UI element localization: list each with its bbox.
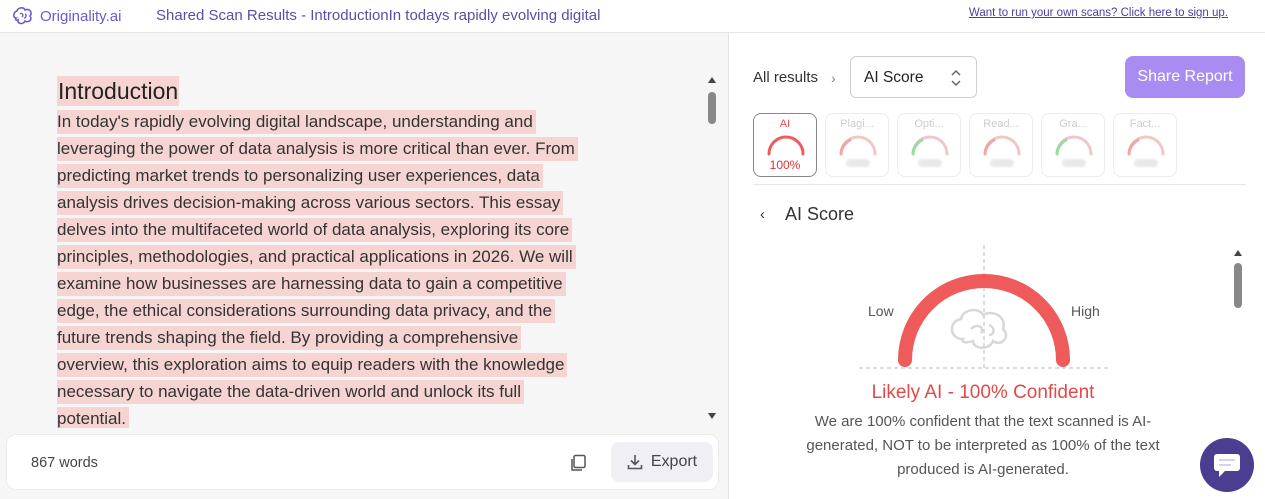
- all-results-link[interactable]: All results: [753, 69, 818, 86]
- scroll-down-arrow[interactable]: [708, 413, 716, 419]
- verdict-explanation: We are 100% confident that the text scan…: [806, 413, 1160, 478]
- highlighted-text: examine how businesses are harnessing da…: [57, 272, 566, 296]
- brain-icon: [13, 7, 32, 25]
- result-tab-label: AI: [779, 118, 791, 130]
- result-tab[interactable]: Plagi...: [825, 113, 889, 177]
- score-type-value: AI Score: [864, 69, 924, 86]
- document-line: examine how businesses are harnessing da…: [57, 272, 578, 300]
- highlighted-text: edge, the ethical considerations surroun…: [57, 299, 555, 323]
- mini-gauge-icon: [767, 135, 805, 156]
- highlighted-text: necessary to navigate the data-driven wo…: [57, 380, 524, 404]
- download-icon: [627, 455, 643, 470]
- document-heading: Introduction: [57, 76, 180, 106]
- document-line: predicting market trends to personalizin…: [57, 164, 578, 192]
- result-tab[interactable]: Opti...: [897, 113, 961, 177]
- highlighted-text: In today's rapidly evolving digital land…: [57, 110, 536, 134]
- share-report-button[interactable]: Share Report: [1125, 56, 1245, 98]
- mini-gauge-icon: [1127, 135, 1165, 156]
- blurred-score: [846, 159, 870, 167]
- result-tab-label: Plagi...: [840, 118, 874, 130]
- highlighted-text: leveraging the power of data analysis is…: [57, 137, 578, 161]
- result-tab-label: Opti...: [914, 118, 944, 130]
- highlighted-text: overview, this exploration aims to equip…: [57, 353, 568, 377]
- result-tab[interactable]: AI 100%: [753, 113, 817, 177]
- highlighted-text: potential.: [57, 407, 129, 428]
- result-tab-score: 100%: [769, 158, 801, 172]
- highlighted-text: future trends shaping the field. By prov…: [57, 326, 522, 350]
- result-tab[interactable]: Fact...: [1113, 113, 1177, 177]
- signup-link[interactable]: Want to run your own scans? Click here t…: [969, 7, 1228, 19]
- select-updown-icon: [951, 69, 961, 87]
- mini-gauge-icon: [839, 135, 877, 156]
- chat-icon: [1214, 454, 1240, 477]
- verdict-text: Likely AI - 100% Confident: [871, 382, 1095, 403]
- top-bar: Originality.ai Shared Scan Results - Int…: [0, 0, 1265, 33]
- blurred-score: [1134, 159, 1158, 167]
- document-scrollbar[interactable]: [707, 77, 717, 419]
- word-count: 867 words: [31, 455, 98, 471]
- document-line: In today's rapidly evolving digital land…: [57, 110, 578, 138]
- back-chevron-icon[interactable]: ‹: [760, 206, 765, 223]
- document-line: leveraging the power of data analysis is…: [57, 137, 578, 165]
- document-body: In today's rapidly evolving digital land…: [57, 110, 578, 428]
- gauge-low-label: Low: [868, 303, 894, 319]
- highlighted-text: principles, methodologies, and practical…: [57, 245, 576, 269]
- export-label: Export: [650, 453, 698, 470]
- highlighted-text: predicting market trends to personalizin…: [57, 164, 543, 188]
- document-line: edge, the ethical considerations surroun…: [57, 299, 578, 327]
- copy-icon[interactable]: [569, 454, 587, 472]
- mini-gauge-icon: [911, 135, 949, 156]
- section-title: AI Score: [785, 204, 855, 224]
- scroll-thumb[interactable]: [1234, 263, 1242, 308]
- brand-logo[interactable]: Originality.ai: [12, 6, 121, 26]
- document-line: delves into the multifaceted world of da…: [57, 218, 578, 246]
- page-title: Shared Scan Results - IntroductionIn tod…: [156, 7, 601, 24]
- scroll-up-arrow[interactable]: [708, 77, 716, 83]
- brand-name: Originality.ai: [40, 7, 122, 25]
- document-line: necessary to navigate the data-driven wo…: [57, 380, 578, 408]
- divider: [753, 184, 1246, 185]
- brain-watermark-icon: [950, 308, 1008, 349]
- chat-button[interactable]: [1200, 438, 1254, 492]
- scroll-thumb[interactable]: [708, 92, 716, 124]
- document-line: overview, this exploration aims to equip…: [57, 353, 578, 381]
- result-tab[interactable]: Read...: [969, 113, 1033, 177]
- highlighted-text: analysis drives decision-making across v…: [57, 191, 564, 215]
- blurred-score: [1062, 159, 1086, 167]
- scroll-up-arrow[interactable]: [1234, 250, 1242, 256]
- document-pane: Introduction In today's rapidly evolving…: [0, 33, 728, 499]
- export-button[interactable]: Export: [611, 442, 713, 482]
- result-tab-label: Fact...: [1129, 118, 1161, 130]
- document-line: potential.: [57, 407, 578, 428]
- document-line: analysis drives decision-making across v…: [57, 191, 578, 219]
- result-tab-label: Read...: [983, 118, 1019, 130]
- document-line: future trends shaping the field. By prov…: [57, 326, 578, 354]
- chevron-right-icon: ›: [831, 70, 836, 86]
- score-type-select[interactable]: AI Score: [850, 56, 977, 98]
- result-tab[interactable]: Gra...: [1041, 113, 1105, 177]
- document-viewer[interactable]: Introduction In today's rapidly evolving…: [0, 33, 700, 428]
- mini-gauge-icon: [1055, 135, 1093, 156]
- gauge-high-label: High: [1071, 303, 1100, 319]
- result-tab-label: Gra...: [1059, 118, 1087, 130]
- document-line: principles, methodologies, and practical…: [57, 245, 578, 273]
- mini-gauge-icon: [983, 135, 1021, 156]
- highlighted-text: delves into the multifaceted world of da…: [57, 218, 573, 242]
- blurred-score: [990, 159, 1014, 167]
- blurred-score: [918, 159, 942, 167]
- results-pane: All results › AI Score Share Report AI 10…: [728, 33, 1265, 499]
- document-footer: 867 words Export: [6, 434, 719, 490]
